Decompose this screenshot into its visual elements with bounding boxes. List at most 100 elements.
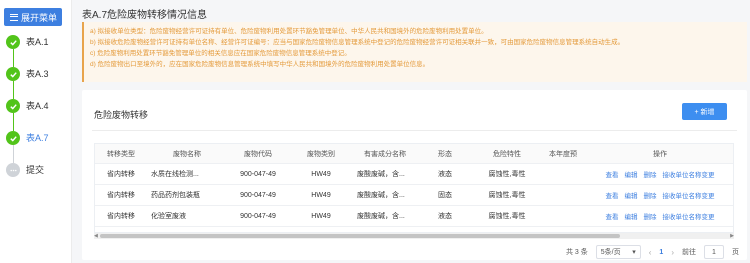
cell-category: HW49: [311, 191, 331, 199]
check-icon: [6, 131, 20, 145]
change-receiver-link[interactable]: 接收单位名称变更: [663, 190, 715, 200]
column-header: 转移类型: [107, 150, 135, 158]
view-link[interactable]: 查看: [606, 211, 619, 221]
notice-line: c) 危险废物利用处置环节豁免管理单位的相关信息应在国家危险废物信息管理系统中登…: [90, 50, 351, 57]
change-receiver-link[interactable]: 接收单位名称变更: [663, 211, 715, 221]
expand-menu-button[interactable]: 展开菜单: [4, 8, 62, 26]
chevron-down-icon: ▾: [632, 249, 636, 256]
table-row: 省内转移 药品药剂包装瓶 900-047-49 HW49 废酸废碱，含... 固…: [95, 185, 733, 206]
table-row: 省内转移 化验室废液 900-047-49 HW49 废酸废碱，含... 液态 …: [95, 206, 733, 227]
more-icon: [6, 163, 20, 177]
column-header: 废物类别: [307, 150, 335, 158]
step-connector: [12, 113, 14, 131]
notice-line: d) 危险废物出口至境外的，应在国家危险废物信息管理系统中填写中华人民共和国境外…: [90, 61, 430, 68]
cell-hazard: 腐蚀性,毒性: [488, 171, 526, 178]
change-receiver-link[interactable]: 接收单位名称变更: [663, 169, 715, 179]
table-header: 转移类型 废物名称 废物代码 废物类别 有害成分名称 形态 危险特性 本年度预 …: [95, 144, 733, 164]
cell-code: 900-047-49: [240, 212, 276, 220]
cell-code: 900-047-49: [240, 170, 276, 178]
horizontal-scrollbar[interactable]: ◀ ▶: [94, 233, 734, 239]
cell-name: 化验室废液: [151, 213, 186, 220]
step-a7[interactable]: 表A.7: [6, 131, 49, 163]
step-a3[interactable]: 表A.3: [6, 67, 49, 99]
step-a1[interactable]: 表A.1: [6, 35, 49, 67]
cell-actions: 查看 编辑 删除 接收单位名称变更: [585, 211, 733, 221]
total-count: 共 3 条: [565, 249, 588, 256]
step-a4[interactable]: 表A.4: [6, 99, 49, 131]
column-header: 有害成分名称: [364, 150, 406, 158]
view-link[interactable]: 查看: [606, 190, 619, 200]
column-header: 形态: [438, 150, 452, 158]
cell-type: 省内转移: [107, 171, 135, 178]
cell-category: HW49: [311, 212, 331, 220]
edit-link[interactable]: 编辑: [625, 190, 638, 200]
cell-type: 省内转移: [107, 192, 135, 199]
cell-code: 900-047-49: [240, 191, 276, 199]
step-label: 表A.1: [26, 37, 49, 47]
column-header: 废物代码: [244, 150, 272, 158]
goto-label: 前往: [682, 249, 696, 256]
current-page[interactable]: 1: [659, 249, 663, 256]
check-icon: [6, 99, 20, 113]
step-connector: [12, 145, 14, 163]
next-page-icon[interactable]: ›: [671, 248, 674, 257]
goto-page-input[interactable]: 1: [704, 245, 724, 259]
cell-type: 省内转移: [107, 213, 135, 220]
page-title: 表A.7危险废物转移情况信息: [82, 10, 208, 21]
pagination: 共 3 条 5条/页 ▾ ‹ 1 › 前往 1 页: [566, 245, 739, 259]
cell-hazard: 腐蚀性,毒性: [488, 192, 526, 199]
cell-actions: 查看 编辑 删除 接收单位名称变更: [585, 190, 733, 200]
prev-page-icon[interactable]: ‹: [649, 248, 652, 257]
step-connector: [12, 49, 14, 67]
cell-harmful: 废酸废碱，含...: [357, 213, 405, 220]
notice-box: a) 拟接收单位类型：危险废物经营许可证持有单位、危险废物利用处置环节豁免管理单…: [82, 22, 747, 82]
step-label: 表A.4: [26, 101, 49, 111]
table-row: 省内转移 水质在线检测... 900-047-49 HW49 废酸废碱，含...…: [95, 164, 733, 185]
column-header: 操作: [585, 149, 733, 159]
step-label: 提交: [26, 165, 45, 175]
cell-actions: 查看 编辑 删除 接收单位名称变更: [585, 169, 733, 179]
step-submit[interactable]: 提交: [6, 163, 49, 195]
scroll-left-icon[interactable]: ◀: [94, 233, 99, 239]
cell-form: 液态: [438, 213, 452, 220]
cell-harmful: 废酸废碱，含...: [357, 171, 405, 178]
transfer-panel: 危险废物转移 + 新增 转移类型 废物名称 废物代码 废物类别 有害成分名称 形…: [82, 90, 747, 260]
scroll-right-icon[interactable]: ▶: [729, 233, 734, 239]
cell-category: HW49: [311, 170, 331, 178]
sidebar: 展开菜单 表A.1 表A.3 表A.4 表A.7 提交: [0, 0, 72, 263]
delete-link[interactable]: 删除: [644, 190, 657, 200]
panel-title: 危险废物转移: [94, 110, 149, 120]
main-content: 表A.7危险废物转移情况信息 a) 拟接收单位类型：危险废物经营许可证持有单位、…: [72, 0, 750, 263]
divider: [92, 130, 737, 131]
cell-name: 药品药剂包装瓶: [151, 192, 200, 199]
delete-link[interactable]: 删除: [644, 211, 657, 221]
step-label: 表A.7: [26, 133, 49, 143]
edit-link[interactable]: 编辑: [625, 169, 638, 179]
notice-line: a) 拟接收单位类型：危险废物经营许可证持有单位、危险废物利用处置环节豁免管理单…: [90, 28, 488, 35]
cell-harmful: 废酸废碱，含...: [357, 192, 405, 199]
cell-form: 固态: [438, 192, 452, 199]
edit-link[interactable]: 编辑: [625, 211, 638, 221]
step-connector: [12, 81, 14, 99]
column-header: 危险特性: [493, 150, 521, 158]
step-label: 表A.3: [26, 69, 49, 79]
cell-hazard: 腐蚀性,毒性: [488, 213, 526, 220]
cell-form: 液态: [438, 171, 452, 178]
column-header: 废物名称: [173, 150, 201, 158]
delete-link[interactable]: 删除: [644, 169, 657, 179]
page-size-select[interactable]: 5条/页 ▾: [595, 245, 641, 259]
view-link[interactable]: 查看: [606, 169, 619, 179]
page-unit-label: 页: [732, 249, 739, 256]
scrollbar-thumb[interactable]: [100, 234, 620, 238]
check-icon: [6, 67, 20, 81]
column-header: 本年度预: [549, 150, 577, 158]
expand-menu-label: 展开菜单: [21, 12, 58, 23]
add-button[interactable]: + 新增: [682, 103, 727, 120]
cell-name: 水质在线检测...: [151, 171, 199, 178]
column-header-label: 操作: [653, 150, 667, 158]
transfer-table: 转移类型 废物名称 废物代码 废物类别 有害成分名称 形态 危险特性 本年度预 …: [94, 143, 734, 233]
page-size-value: 5条/页: [600, 249, 621, 256]
menu-icon: [10, 13, 18, 21]
notice-line: b) 拟接收危险废物经营许可证持有单位名称、经营许可证编号：应当与国家危险废物信…: [90, 39, 625, 46]
check-icon: [6, 35, 20, 49]
